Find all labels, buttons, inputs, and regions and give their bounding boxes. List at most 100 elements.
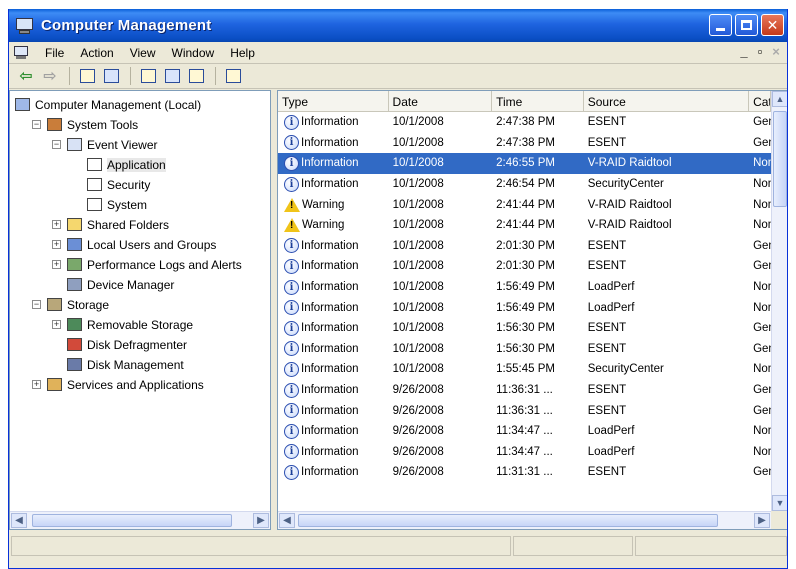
event-row[interactable]: iInformation10/1/20081:56:30 PMESENTGen (278, 339, 771, 360)
collapse-toggle[interactable]: − (32, 300, 41, 309)
close-button[interactable]: ✕ (761, 14, 784, 36)
tree-item-label: Security (107, 178, 151, 192)
expand-toggle[interactable]: + (52, 240, 61, 249)
event-row[interactable]: ! Warning 10/1/2008 2:41:44 PM V-RAID Raidto… (278, 194, 771, 215)
event-row[interactable]: iInformation10/1/20082:01:30 PMESENTGen (278, 256, 771, 277)
event-row[interactable]: iInformation10/1/20082:47:38 PMESENTGen (278, 133, 771, 154)
event-category-cell: Non (753, 281, 771, 294)
menu-action[interactable]: Action (72, 46, 121, 60)
storage-icon (46, 297, 63, 313)
event-row[interactable]: iInformation10/1/20082:01:30 PMESENTGen (278, 236, 771, 257)
maximize-button[interactable] (735, 14, 758, 36)
event-date-cell: 9/26/2008 (392, 404, 444, 417)
tree-item[interactable]: − System Tools (10, 115, 270, 135)
event-row[interactable]: iInformation10/1/20082:47:38 PMESENTGen (278, 112, 771, 133)
event-row[interactable]: ! Warning 10/1/2008 2:41:44 PM V-RAID Raidto… (278, 215, 771, 236)
collapse-toggle[interactable]: − (32, 120, 41, 129)
mdi-minimize-button[interactable]: _ (737, 44, 751, 59)
menu-file[interactable]: File (37, 46, 72, 60)
event-row[interactable]: i Information 9/26/2008 11:36:31 ... ESENT Ge… (278, 400, 771, 421)
mdi-close-button[interactable]: × (769, 44, 783, 59)
tree-item-label: Disk Management (87, 358, 184, 372)
event-type-cell: i Information (278, 380, 389, 401)
event-row[interactable]: i Information 9/26/2008 11:34:47 ... LoadPer… (278, 421, 771, 442)
tree-item[interactable]: + Local Users and Groups (10, 235, 270, 255)
warning-icon: ! (284, 197, 300, 212)
title-bar[interactable]: Computer Management ✕ (9, 9, 787, 42)
column-header-category[interactable]: Cate (749, 91, 771, 112)
tree-item[interactable]: Disk Management (10, 355, 270, 375)
event-time-cell: 2:01:30 PM (496, 239, 555, 252)
information-icon: i (284, 382, 299, 398)
event-type-label: Information (301, 363, 359, 376)
tree-item-label: Application (107, 158, 166, 172)
tree-horizontal-scrollbar[interactable]: ◀ ▶ (10, 511, 270, 529)
scroll-right-button[interactable]: ▶ (253, 513, 269, 528)
event-category-cell: Gen (753, 466, 771, 479)
scroll-right-button[interactable]: ▶ (754, 513, 770, 528)
event-row[interactable]: i Information 10/1/2008 1:56:49 PM LoadPerf N… (278, 297, 771, 318)
tree-item[interactable]: + Services and Applications (10, 375, 270, 395)
event-row[interactable]: iInformation10/1/20081:56:30 PMESENTGen (278, 318, 771, 339)
scroll-thumb[interactable] (773, 111, 787, 207)
removable-storage-icon (66, 317, 83, 333)
column-header-time[interactable]: Time (492, 91, 584, 112)
event-type-cell: i Information (278, 153, 389, 174)
event-row[interactable]: i Information 10/1/2008 2:46:55 PM V-RAID Ra… (278, 153, 771, 174)
column-header-date[interactable]: Date (389, 91, 493, 112)
expand-toggle[interactable]: + (52, 320, 61, 329)
tree-item[interactable]: − Storage (10, 295, 270, 315)
tree-item[interactable]: Security (10, 175, 270, 195)
menu-help[interactable]: Help (222, 46, 263, 60)
column-header-type[interactable]: Type (278, 91, 389, 112)
forward-button[interactable]: ⇨ (39, 66, 61, 86)
mdi-window-icon[interactable] (13, 45, 29, 60)
column-header-source[interactable]: Source (584, 91, 750, 112)
tree-item[interactable]: + Removable Storage (10, 315, 270, 335)
scroll-left-button[interactable]: ◀ (279, 513, 295, 528)
tree-item[interactable]: Device Manager (10, 275, 270, 295)
event-type-label: Warning (302, 198, 345, 211)
up-one-level-button[interactable] (76, 66, 98, 86)
expand-toggle[interactable]: + (32, 380, 41, 389)
event-date-cell: 9/26/2008 (392, 466, 444, 479)
scroll-thumb[interactable] (298, 514, 718, 527)
scroll-down-button[interactable]: ▼ (772, 495, 787, 511)
refresh-button[interactable] (161, 66, 183, 86)
mdi-restore-button[interactable]: ▫ (753, 44, 767, 59)
event-row[interactable]: i Information 9/26/2008 11:34:47 ... LoadPer… (278, 442, 771, 463)
tree-item[interactable]: + Shared Folders (10, 215, 270, 235)
tree-item[interactable]: Disk Defragmenter (10, 335, 270, 355)
event-source-cell: V-RAID Raidtool (587, 198, 672, 211)
scroll-thumb[interactable] (32, 514, 232, 527)
show-hide-tree-button[interactable] (100, 66, 122, 86)
expand-toggle[interactable]: + (52, 220, 61, 229)
tree-item[interactable]: Computer Management (Local) (10, 95, 270, 115)
log-icon (86, 157, 103, 173)
minimize-button[interactable] (709, 14, 732, 36)
menu-window[interactable]: Window (164, 46, 223, 60)
help-button[interactable] (222, 66, 244, 86)
tree-item[interactable]: + Performance Logs and Alerts (10, 255, 270, 275)
scroll-up-button[interactable]: ▲ (772, 91, 787, 107)
expand-toggle[interactable]: + (52, 260, 61, 269)
event-list-vertical-scrollbar[interactable]: ▲ ▼ (771, 91, 787, 511)
export-list-button[interactable] (185, 66, 207, 86)
event-list-horizontal-scrollbar[interactable]: ◀ ▶ (278, 511, 771, 529)
event-row[interactable]: i Information 10/1/2008 1:56:49 PM LoadPerf N… (278, 277, 771, 298)
menu-view[interactable]: View (122, 46, 164, 60)
tree-item[interactable]: Application (10, 155, 270, 175)
event-type-label: Information (301, 116, 359, 129)
tree-item[interactable]: System (10, 195, 270, 215)
event-time-cell: 11:34:47 ... (496, 445, 553, 458)
event-row[interactable]: i Information 9/26/2008 11:36:31 ... ESENT Ge… (278, 380, 771, 401)
event-row[interactable]: i Information 9/26/2008 11:31:31 ... ESENT Ge… (278, 462, 771, 483)
event-row[interactable]: i Information 10/1/2008 2:46:54 PM SecurityC… (278, 174, 771, 195)
scroll-left-button[interactable]: ◀ (11, 513, 27, 528)
properties-button[interactable] (137, 66, 159, 86)
event-list-pane: Type Date Time Source Cate iInformation1… (277, 90, 787, 530)
collapse-toggle[interactable]: − (52, 140, 61, 149)
back-button[interactable]: ⇦ (15, 66, 37, 86)
tree-item[interactable]: − Event Viewer (10, 135, 270, 155)
event-row[interactable]: i Information 10/1/2008 1:55:45 PM SecurityC… (278, 359, 771, 380)
